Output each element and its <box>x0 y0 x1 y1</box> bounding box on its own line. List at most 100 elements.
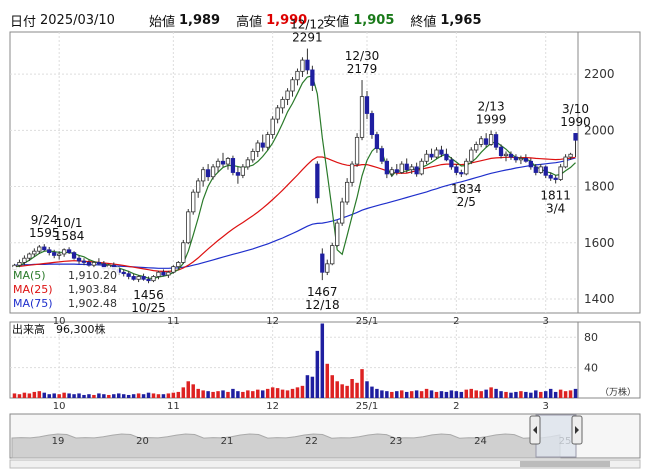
annotation-label: 2/13 <box>478 100 505 114</box>
volume-bar <box>146 392 151 398</box>
candlestick <box>563 154 568 169</box>
candlestick <box>325 259 330 276</box>
volume-unit-label: （万株） <box>600 386 636 398</box>
volume-bar <box>171 392 176 398</box>
volume-bar <box>529 392 533 398</box>
candle-body <box>359 96 365 138</box>
legend-ma-value: 1,910.20 <box>68 269 117 282</box>
candle-body <box>265 134 270 148</box>
candlestick <box>166 270 171 278</box>
candle-body <box>290 79 295 92</box>
annotation-label: 1456 <box>133 288 164 302</box>
volume-bar <box>181 387 186 398</box>
horizontal-scrollbar-thumb[interactable] <box>520 461 610 467</box>
navigator-right-handle[interactable] <box>571 415 583 445</box>
candlestick <box>210 164 216 180</box>
volume-bar <box>459 391 464 398</box>
candle-body <box>91 262 97 266</box>
navigator-year-label: 24 <box>474 436 487 447</box>
x-tick-label: 25/1 <box>356 316 378 327</box>
candlestick <box>201 166 206 187</box>
candlestick <box>364 91 370 120</box>
volume-bar <box>221 390 225 398</box>
volume-bar <box>469 388 473 398</box>
x-tick-label: 11 <box>167 316 180 327</box>
volume-bar <box>260 390 265 398</box>
volume-bar <box>102 394 106 398</box>
candlesticks <box>12 48 578 284</box>
price-tick-label: 1600 <box>584 236 615 250</box>
navigator-left-handle[interactable] <box>529 415 541 445</box>
volume-bar <box>231 388 235 398</box>
volume-bar <box>22 392 27 398</box>
annotation-label: 1811 <box>540 188 571 202</box>
candlestick <box>186 209 191 245</box>
annotation-label: 1467 <box>307 285 338 299</box>
candle-body <box>310 69 315 86</box>
candlestick <box>42 244 47 252</box>
volume-bar <box>42 392 47 398</box>
candle-body <box>379 148 385 162</box>
candle-body <box>47 249 52 253</box>
candlestick <box>156 270 161 280</box>
volume-bar <box>131 394 136 398</box>
candlestick <box>270 116 275 139</box>
volume-bar <box>454 391 459 398</box>
volume-bar <box>553 391 558 398</box>
candlestick <box>379 145 385 165</box>
candle-body <box>444 153 449 161</box>
volume-bar <box>285 390 290 398</box>
candle-body <box>354 136 360 165</box>
candle-body <box>325 263 330 273</box>
candlestick <box>474 141 479 153</box>
volume-x-tick-label: 25/1 <box>356 401 378 412</box>
candlestick <box>573 133 578 158</box>
navigator-range-window[interactable] <box>535 414 577 458</box>
volume-bar <box>236 391 240 398</box>
volume-bar <box>156 394 161 398</box>
candlestick <box>191 189 196 215</box>
annotation-value: 2/5 <box>457 195 476 209</box>
candle-body <box>469 149 474 162</box>
annotation-value: 10/25 <box>131 301 166 315</box>
candle-body <box>548 174 553 179</box>
volume-bar <box>82 394 86 398</box>
volume-bar <box>310 376 315 398</box>
candle-body <box>409 166 414 171</box>
volume-bar <box>52 393 56 398</box>
candle-body <box>424 153 429 162</box>
candlestick <box>161 269 166 277</box>
candlestick <box>454 164 459 176</box>
candle-body <box>42 246 47 251</box>
volume-bar <box>206 391 210 398</box>
annotation-value: 2291 <box>292 31 323 45</box>
candlestick <box>290 76 295 97</box>
candle-body <box>394 169 399 173</box>
candle-body <box>81 260 87 263</box>
candlestick <box>76 255 82 264</box>
candlestick <box>320 248 325 281</box>
candle-body <box>484 138 489 145</box>
candle-body <box>568 153 573 158</box>
volume-bar <box>241 391 245 398</box>
volume-bar <box>166 393 171 398</box>
candlestick <box>399 161 404 174</box>
volume-bar <box>325 363 330 398</box>
candlestick <box>250 148 255 163</box>
candlestick <box>220 152 226 167</box>
volume-bar <box>72 394 76 398</box>
candle-body <box>151 276 156 282</box>
candle-body <box>474 143 479 151</box>
volume-bar <box>186 381 190 398</box>
volume-bar <box>92 394 96 398</box>
volume-bar <box>246 390 250 398</box>
candle-body <box>330 245 335 265</box>
candlestick <box>61 248 67 257</box>
volume-bar <box>404 391 409 398</box>
candle-body <box>533 166 538 173</box>
candlestick <box>285 88 290 106</box>
volume-bar <box>543 391 548 398</box>
candlestick <box>310 65 315 92</box>
candle-body <box>563 156 568 168</box>
candle-body <box>176 262 181 268</box>
